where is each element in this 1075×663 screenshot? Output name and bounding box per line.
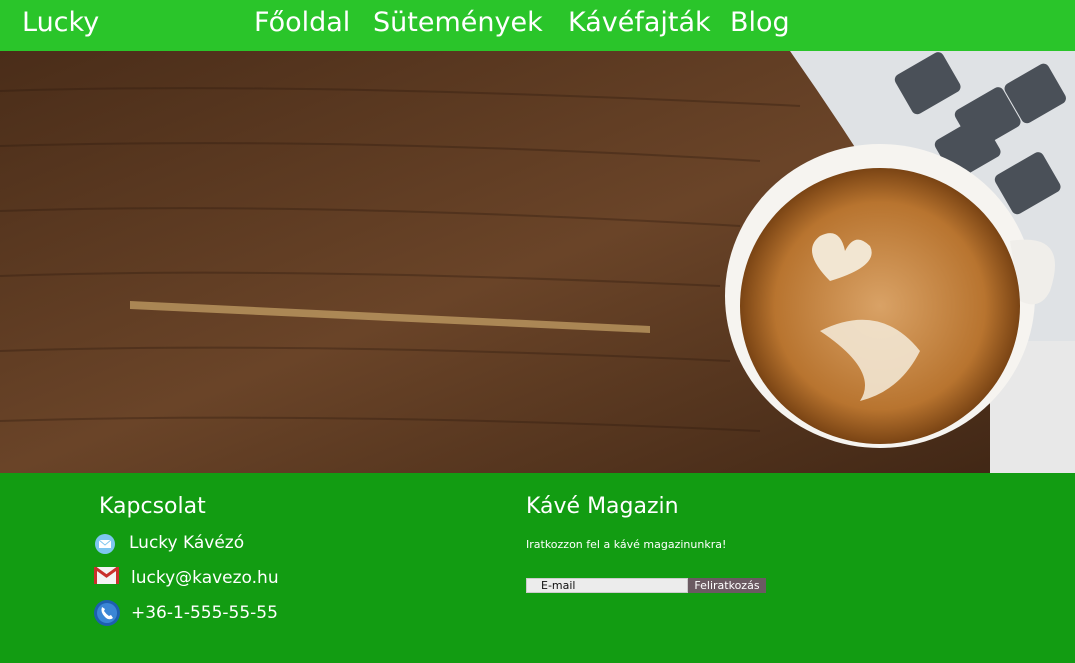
contact-phone[interactable]: +36-1-555-55-55	[131, 603, 278, 623]
magazine-title: Kávé Magazin	[526, 494, 679, 519]
contact-title: Kapcsolat	[99, 494, 206, 519]
contact-email-link[interactable]: lucky@kavezo.hu	[131, 568, 279, 588]
newsletter-email-input[interactable]	[526, 578, 688, 593]
mail-envelope-icon	[94, 533, 116, 559]
magazine-subtitle: Iratkozzon fel a kávé magazinunkra!	[526, 538, 727, 551]
phone-icon	[93, 599, 121, 631]
nav-link-home[interactable]: Főoldal	[254, 7, 350, 38]
nav-link-coffee-types[interactable]: Kávéfajták	[568, 7, 711, 38]
nav-link-blog[interactable]: Blog	[730, 7, 790, 38]
brand-logo[interactable]: Lucky	[22, 7, 99, 38]
hero-image	[0, 51, 1075, 473]
gmail-icon	[93, 565, 120, 588]
subscribe-button[interactable]: Feliratkozás	[688, 578, 766, 593]
top-nav: Lucky Főoldal Sütemények Kávéfajták Blog	[0, 0, 1075, 51]
contact-name: Lucky Kávézó	[129, 533, 245, 553]
coffee-on-wooden-table-image	[0, 51, 1075, 473]
nav-link-pastries[interactable]: Sütemények	[373, 7, 543, 38]
